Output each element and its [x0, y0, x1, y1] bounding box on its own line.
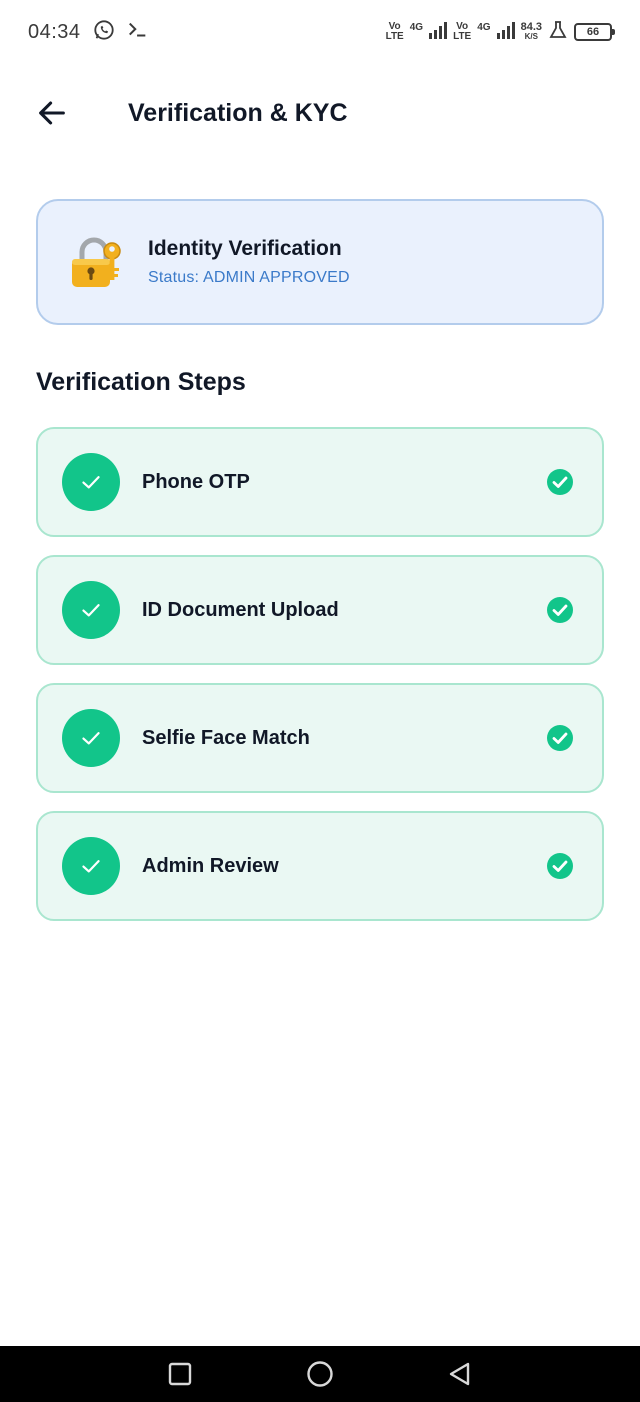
home-button[interactable] [300, 1354, 340, 1394]
whatsapp-icon [93, 19, 115, 46]
step-label: Admin Review [142, 854, 279, 877]
screen: 04:34 Vo LTE 4G Vo LTE 4G 84.3 K/S 66 Ve… [0, 0, 640, 1402]
speed-value: 84.3 [520, 21, 542, 33]
check-icon [82, 732, 100, 745]
back-button[interactable] [22, 83, 82, 143]
network-type-2: 4G [477, 21, 491, 33]
check-icon [82, 860, 100, 873]
step-label: ID Document Upload [142, 598, 339, 621]
status-left: 04:34 [28, 19, 149, 46]
battery-icon: 66 [574, 23, 615, 41]
identity-title: Identity Verification [148, 237, 342, 260]
battery-level: 66 [586, 26, 600, 38]
identity-text: Identity Verification Status: ADMIN APPR… [148, 237, 350, 287]
locked-with-key-icon [72, 237, 121, 287]
step-status-circle [62, 837, 120, 895]
step-card-id-document-upload[interactable]: ID Document Upload [36, 555, 604, 665]
lab-flask-icon [548, 20, 568, 45]
recents-button[interactable] [160, 1354, 200, 1394]
system-back-button[interactable] [440, 1354, 480, 1394]
network-speed: 84.3 K/S [521, 22, 542, 42]
check-circle-icon [547, 853, 573, 879]
section-title: Verification Steps [36, 368, 246, 396]
back-triangle-icon [449, 1362, 470, 1386]
status-prefix: Status: [148, 269, 203, 286]
step-status-circle [62, 453, 120, 511]
app-bar: Verification & KYC [0, 80, 640, 146]
identity-status: Status: ADMIN APPROVED [148, 269, 350, 287]
step-status-circle [62, 709, 120, 767]
signal-icon [495, 20, 515, 45]
status-bar: 04:34 Vo LTE 4G Vo LTE 4G 84.3 K/S 66 [0, 0, 640, 64]
step-card-admin-review[interactable]: Admin Review [36, 811, 604, 921]
step-status-circle [62, 581, 120, 639]
volte-bottom: LTE [453, 31, 472, 42]
recents-square-icon [168, 1362, 192, 1386]
check-icon [82, 604, 100, 617]
step-card-phone-otp[interactable]: Phone OTP [36, 427, 604, 537]
network-type-1: 4G [409, 21, 424, 33]
terminal-icon [127, 19, 149, 46]
step-label: Phone OTP [142, 470, 250, 493]
clock: 04:34 [28, 20, 81, 43]
volte-indicator-2: Vo LTE [453, 22, 471, 42]
arrow-left-icon [39, 101, 65, 125]
volte-indicator-1: Vo LTE [386, 22, 404, 42]
check-circle-icon [547, 469, 573, 495]
check-icon [82, 476, 100, 489]
check-circle-icon [547, 725, 573, 751]
identity-verification-card: Identity Verification Status: ADMIN APPR… [36, 199, 604, 325]
system-nav-bar [0, 1346, 640, 1402]
home-circle-icon [307, 1361, 333, 1387]
speed-unit: K/S [524, 32, 538, 41]
status-value: ADMIN APPROVED [202, 269, 350, 286]
step-label: Selfie Face Match [142, 726, 310, 749]
step-card-selfie-face-match[interactable]: Selfie Face Match [36, 683, 604, 793]
signal-icon [427, 20, 448, 45]
volte-bottom: LTE [385, 31, 404, 42]
status-right: Vo LTE 4G Vo LTE 4G 84.3 K/S 66 [386, 20, 615, 45]
page-title: Verification & KYC [128, 98, 348, 127]
check-circle-icon [547, 597, 573, 623]
